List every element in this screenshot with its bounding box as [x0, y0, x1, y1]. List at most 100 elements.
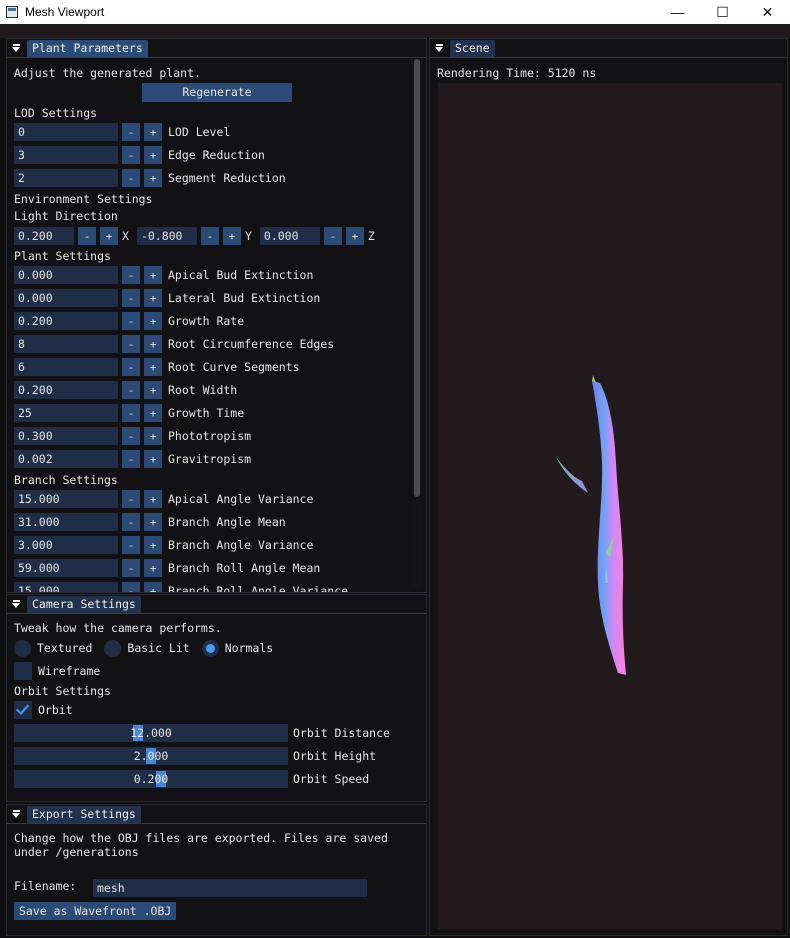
parameter-value-input[interactable]: 0.200 — [14, 381, 118, 399]
increment-button[interactable]: + — [144, 536, 162, 554]
wireframe-checkbox[interactable] — [14, 662, 32, 680]
decrement-button[interactable]: - — [122, 289, 140, 307]
light-z-input[interactable]: 0.000 — [259, 227, 320, 245]
parameter-row: 0.002- + Gravitropism — [14, 450, 251, 468]
parameter-row: 0.200- + Root Width — [14, 381, 237, 399]
increment-button[interactable]: + — [144, 289, 162, 307]
decrement-button[interactable]: - — [122, 335, 140, 353]
collapse-arrow-icon[interactable] — [434, 43, 445, 54]
increment-button[interactable]: + — [144, 358, 162, 376]
orbit-speed-slider[interactable]: 0.200 — [14, 770, 288, 788]
increment-button[interactable]: + — [144, 559, 162, 577]
increment-button[interactable]: + — [144, 404, 162, 422]
parameter-value-input[interactable]: 8 — [14, 335, 118, 353]
radio-textured[interactable] — [14, 639, 31, 657]
decrement-button[interactable]: - — [122, 146, 140, 164]
increment-button[interactable]: + — [144, 335, 162, 353]
light-x-input[interactable]: 0.200 — [14, 227, 74, 245]
increment-button[interactable]: + — [144, 427, 162, 445]
parameter-value-input[interactable]: 0.300 — [14, 427, 118, 445]
orbit-label: Orbit — [38, 703, 73, 717]
light-y-decrement-button[interactable]: - — [200, 227, 219, 245]
parameter-value-input[interactable]: 0.000 — [14, 289, 118, 307]
increment-button[interactable]: + — [144, 169, 162, 187]
parameter-value-input[interactable]: 59.000 — [14, 559, 118, 577]
parameter-row: 0.000- + Lateral Bud Extinction — [14, 289, 320, 307]
orbit-height-slider[interactable]: 2.000 — [14, 747, 288, 765]
export-settings-panel: Export Settings Change how the OBJ files… — [6, 804, 427, 936]
increment-button[interactable]: + — [144, 381, 162, 399]
panel-titlebar: Export Settings — [7, 805, 426, 824]
parameter-value-input[interactable]: 2 — [14, 169, 118, 187]
orbit-distance-slider[interactable]: 12.000 — [14, 724, 288, 742]
decrement-button[interactable]: - — [122, 427, 140, 445]
increment-button[interactable]: + — [144, 513, 162, 531]
parameter-value-input[interactable]: 0.002 — [14, 450, 118, 468]
parameter-value-input[interactable]: 15.000 — [14, 582, 118, 592]
parameter-value-input[interactable]: 0 — [14, 123, 118, 141]
light-y-input[interactable]: -0.800 — [136, 227, 197, 245]
wireframe-row: Wireframe — [14, 662, 100, 680]
decrement-button[interactable]: - — [122, 559, 140, 577]
regenerate-button[interactable]: Regenerate — [142, 83, 292, 102]
tab-scene[interactable]: Scene — [450, 40, 495, 57]
decrement-button[interactable]: - — [122, 312, 140, 330]
radio-basic-lit[interactable] — [104, 639, 122, 657]
light-z-increment-button[interactable]: + — [345, 227, 364, 245]
light-y-increment-button[interactable]: + — [222, 227, 241, 245]
increment-button[interactable]: + — [144, 582, 162, 592]
orbit-checkbox[interactable] — [14, 701, 32, 719]
parameter-value-input[interactable]: 3.000 — [14, 536, 118, 554]
decrement-button[interactable]: - — [122, 169, 140, 187]
tab-camera-settings[interactable]: Camera Settings — [27, 596, 141, 613]
collapse-arrow-icon[interactable] — [11, 43, 22, 54]
light-z-decrement-button[interactable]: - — [323, 227, 342, 245]
radio-normals[interactable] — [201, 639, 219, 657]
save-obj-button[interactable]: Save as Wavefront .OBJ — [14, 902, 177, 920]
light-x-label: X — [122, 229, 129, 243]
parameter-label: Segment Reduction — [168, 171, 286, 185]
decrement-button[interactable]: - — [122, 582, 140, 592]
tab-plant-parameters[interactable]: Plant Parameters — [27, 40, 148, 57]
parameter-value-input[interactable]: 6 — [14, 358, 118, 376]
light-x-increment-button[interactable]: + — [100, 227, 118, 245]
parameter-value-input[interactable]: 15.000 — [14, 490, 118, 508]
filename-input[interactable]: mesh — [93, 879, 367, 897]
tab-export-settings[interactable]: Export Settings — [27, 806, 141, 823]
collapse-arrow-icon[interactable] — [11, 809, 22, 820]
collapse-arrow-icon[interactable] — [11, 599, 22, 610]
decrement-button[interactable]: - — [122, 450, 140, 468]
decrement-button[interactable]: - — [122, 490, 140, 508]
panel-scrollbar[interactable] — [412, 59, 422, 589]
scrollbar-thumb[interactable] — [414, 59, 420, 497]
close-button[interactable]: ✕ — [745, 0, 790, 24]
parameter-label: Gravitropism — [168, 452, 252, 466]
parameter-row: 3.000- + Branch Angle Variance — [14, 536, 313, 554]
maximize-button[interactable]: ☐ — [700, 0, 745, 24]
decrement-button[interactable]: - — [122, 513, 140, 531]
increment-button[interactable]: + — [144, 450, 162, 468]
light-x-decrement-button[interactable]: - — [78, 227, 96, 245]
increment-button[interactable]: + — [144, 266, 162, 284]
increment-button[interactable]: + — [144, 146, 162, 164]
parameter-value-input[interactable]: 31.000 — [14, 513, 118, 531]
decrement-button[interactable]: - — [122, 536, 140, 554]
parameter-label: Growth Time — [168, 406, 245, 420]
minimize-button[interactable]: — — [655, 0, 700, 24]
orbit-distance-value: 12.000 — [130, 726, 172, 740]
increment-button[interactable]: + — [144, 490, 162, 508]
parameter-value-input[interactable]: 0.200 — [14, 312, 118, 330]
parameter-row: 59.000- + Branch Roll Angle Mean — [14, 559, 320, 577]
increment-button[interactable]: + — [144, 312, 162, 330]
parameter-value-input[interactable]: 3 — [14, 146, 118, 164]
increment-button[interactable]: + — [144, 123, 162, 141]
decrement-button[interactable]: - — [122, 266, 140, 284]
decrement-button[interactable]: - — [122, 404, 140, 422]
decrement-button[interactable]: - — [122, 358, 140, 376]
scene-viewport[interactable] — [438, 83, 782, 929]
decrement-button[interactable]: - — [122, 381, 140, 399]
decrement-button[interactable]: - — [122, 123, 140, 141]
parameter-value-input[interactable]: 0.000 — [14, 266, 118, 284]
render-mode-row: Textured Basic Lit Normals — [14, 639, 273, 657]
parameter-value-input[interactable]: 25 — [14, 404, 118, 422]
